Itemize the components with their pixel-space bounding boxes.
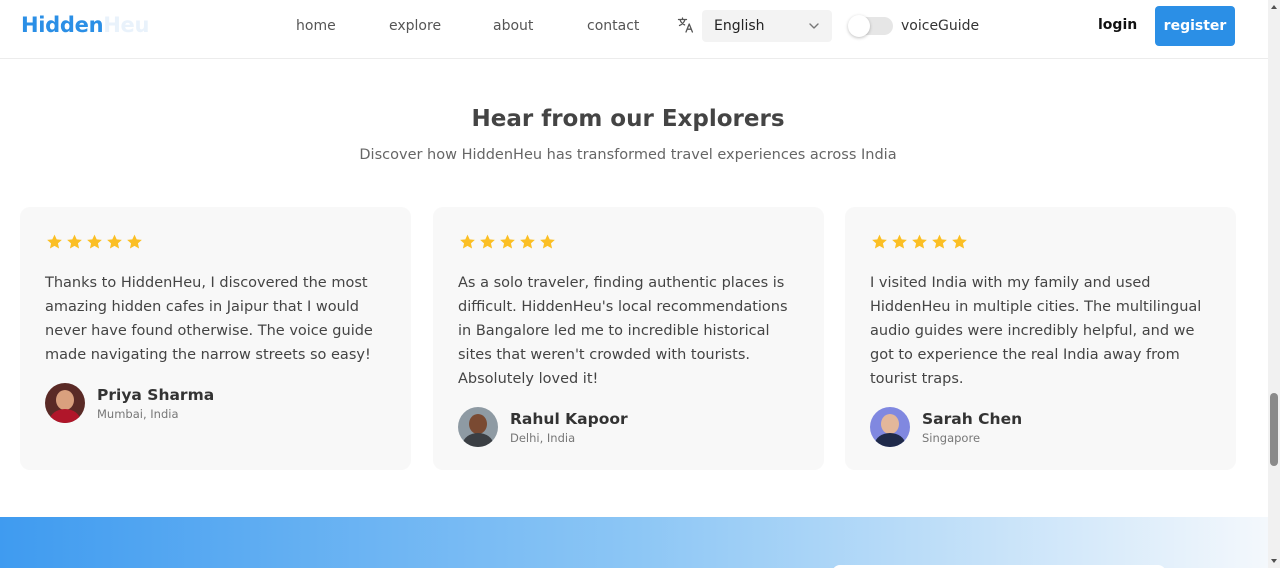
language-select[interactable]: English	[702, 10, 832, 42]
scroll-up-arrow-icon[interactable]	[1270, 3, 1278, 11]
register-button[interactable]: register	[1155, 6, 1235, 46]
star-icon	[932, 234, 947, 249]
star-icon	[47, 234, 62, 249]
star-icon	[540, 234, 555, 249]
testimonial-card: I visited India with my family and used …	[845, 207, 1236, 470]
author-name: Sarah Chen	[922, 409, 1023, 428]
scroll-down-arrow-icon[interactable]	[1270, 557, 1278, 565]
star-icon	[460, 234, 475, 249]
avatar	[458, 407, 498, 447]
star-icon	[520, 234, 535, 249]
avatar	[870, 407, 910, 447]
star-icon	[67, 234, 82, 249]
author-location: Delhi, India	[510, 430, 576, 445]
star-icon	[952, 234, 967, 249]
translate-icon	[677, 17, 694, 33]
testimonial-author: Sarah Chen Singapore	[870, 407, 1211, 447]
author-name: Rahul Kapoor	[510, 409, 628, 428]
testimonial-author: Rahul Kapoor Delhi, India	[458, 407, 799, 447]
star-icon	[480, 234, 495, 249]
star-rating	[458, 233, 799, 251]
nav-about[interactable]: about	[493, 18, 533, 34]
star-icon	[500, 234, 515, 249]
star-icon	[107, 234, 122, 249]
login-button[interactable]: login	[1086, 16, 1149, 34]
section-subtitle: Discover how HiddenHeu has transformed t…	[359, 147, 897, 163]
author-location: Singapore	[922, 430, 981, 445]
site-header: HiddenHeu home explore about contact Eng…	[0, 0, 1268, 59]
newsletter-banner	[0, 517, 1268, 568]
testimonial-quote: I visited India with my family and used …	[870, 275, 1202, 387]
testimonial-author: Priya Sharma Mumbai, India	[45, 383, 386, 423]
testimonial-quote: Thanks to HiddenHeu, I discovered the mo…	[45, 275, 373, 363]
star-icon	[127, 234, 142, 249]
star-icon	[87, 234, 102, 249]
logo-primary: Hidden	[21, 13, 104, 37]
star-icon	[892, 234, 907, 249]
scrollbar-thumb[interactable]	[1270, 393, 1278, 466]
star-rating	[870, 233, 1211, 251]
logo[interactable]: HiddenHeu	[21, 13, 149, 37]
nav-home[interactable]: home	[296, 18, 336, 34]
star-rating	[45, 233, 386, 251]
star-icon	[872, 234, 887, 249]
logo-secondary: Heu	[103, 13, 150, 37]
nav-explore[interactable]: explore	[389, 18, 441, 34]
toggle-knob	[848, 15, 870, 37]
language-value: English	[714, 18, 765, 34]
chevron-down-icon	[809, 23, 819, 29]
voice-guide-label: voiceGuide	[901, 18, 980, 34]
voice-guide-toggle[interactable]	[848, 15, 893, 37]
testimonial-quote: As a solo traveler, finding authentic pl…	[458, 275, 788, 387]
scrollbar[interactable]	[1268, 0, 1280, 568]
author-location: Mumbai, India	[97, 406, 179, 421]
avatar	[45, 383, 85, 423]
nav-contact[interactable]: contact	[587, 18, 639, 34]
testimonial-card: Thanks to HiddenHeu, I discovered the mo…	[20, 207, 411, 470]
section-title: Hear from our Explorers	[471, 106, 785, 132]
author-name: Priya Sharma	[97, 385, 215, 404]
testimonial-card: As a solo traveler, finding authentic pl…	[433, 207, 824, 470]
star-icon	[912, 234, 927, 249]
